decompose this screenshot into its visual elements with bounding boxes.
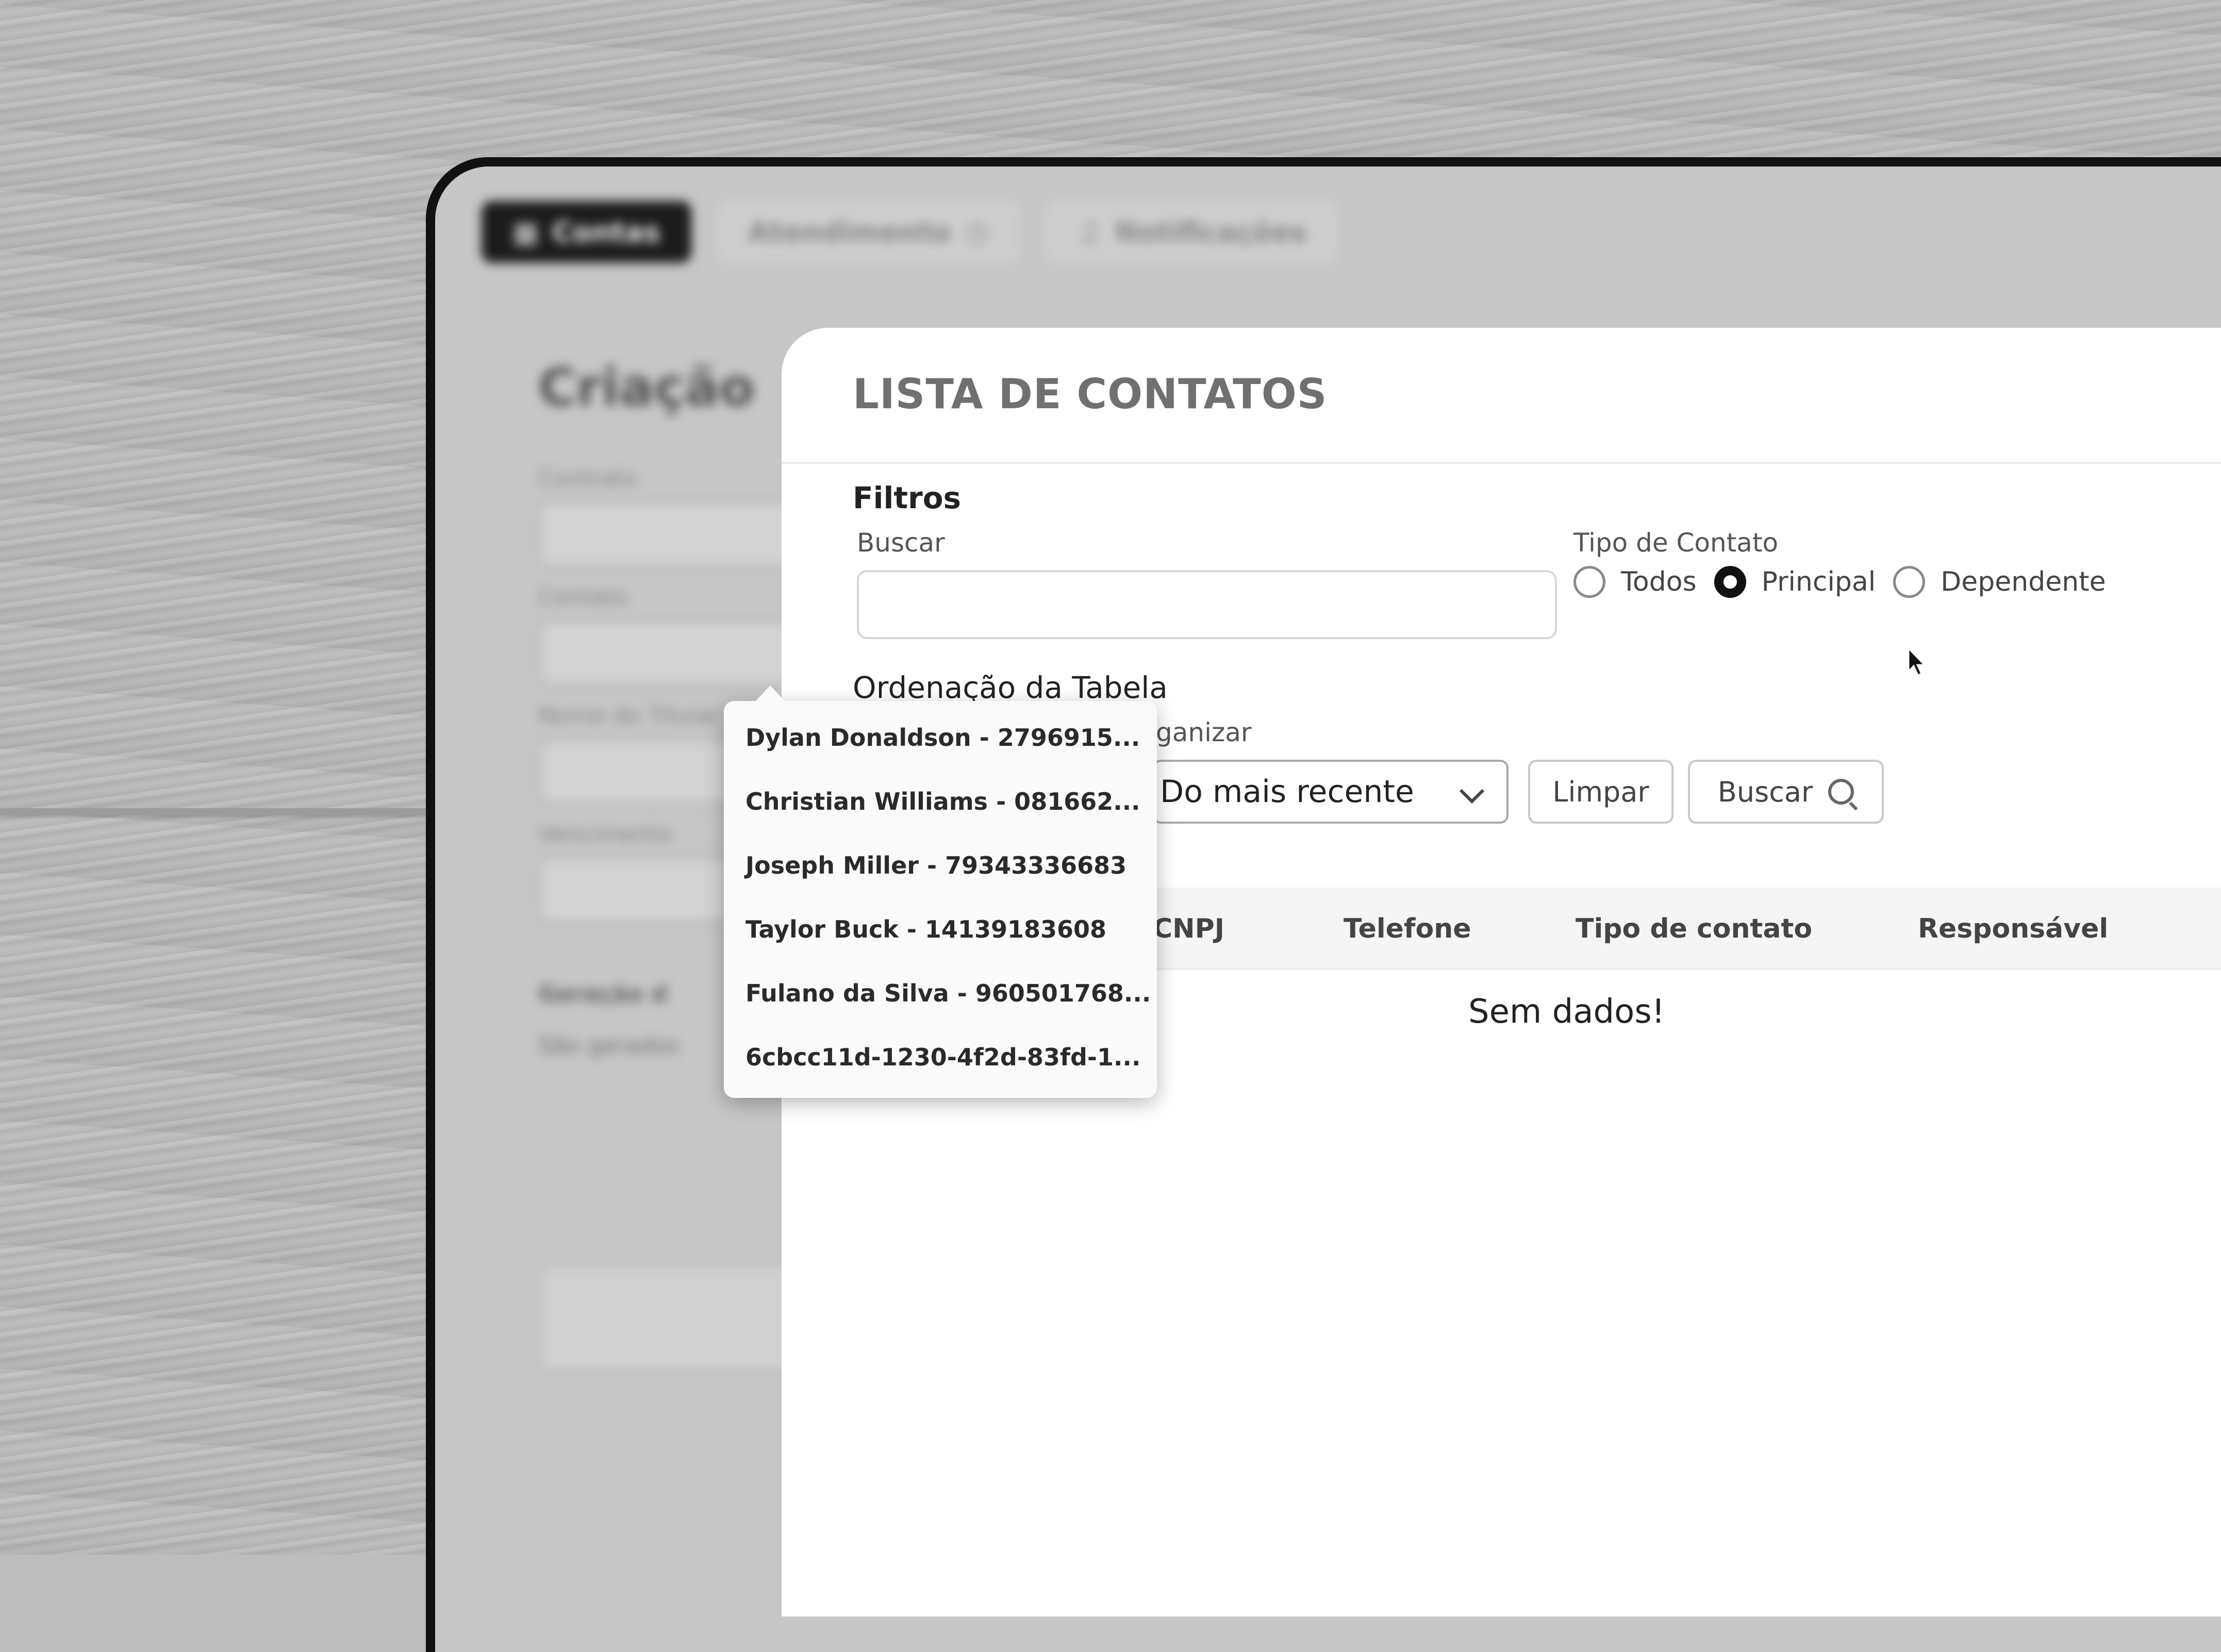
background-tabbar: ▦ Contas Atendimento ◷ ♫ Notificações: [482, 198, 1338, 265]
contact-type-radio-group: Todos Principal Dependente: [1573, 566, 2124, 598]
search-icon: [1828, 779, 1854, 805]
wood-seam: [0, 808, 464, 815]
tab-contas[interactable]: ▦ Contas: [482, 201, 691, 263]
modal-title: LISTA DE CONTATOS: [853, 370, 1328, 418]
modal-header: LISTA DE CONTATOS: [782, 328, 2221, 464]
radio-label: Todos: [1621, 566, 1697, 597]
autocomplete-option[interactable]: 6cbcc11d-1230-4f2d-83fd-1...: [745, 1043, 1140, 1071]
bell-icon: ♫: [1076, 215, 1102, 248]
column-header-cnpj[interactable]: CNPJ: [1153, 913, 1224, 944]
grid-icon: ▦: [512, 215, 539, 248]
tab-notificacoes[interactable]: ♫ Notificações: [1045, 201, 1338, 263]
clear-button[interactable]: Limpar: [1528, 760, 1673, 824]
section-description: São gerados: [538, 1032, 679, 1059]
search-input[interactable]: [857, 570, 1557, 639]
field-label: Contrato: [538, 465, 638, 492]
autocomplete-option[interactable]: Christian Williams - 081662...: [745, 788, 1140, 815]
search-label: Buscar: [857, 528, 945, 558]
radio-principal[interactable]: Principal: [1714, 566, 1876, 598]
search-button-label: Buscar: [1717, 775, 1813, 808]
tab-atendimento[interactable]: Atendimento ◷: [717, 201, 1020, 263]
tab-label: Atendimento: [748, 215, 951, 248]
filters-heading: Filtros: [853, 480, 962, 515]
radio-dependente[interactable]: Dependente: [1893, 566, 2106, 598]
radio-label: Dependente: [1941, 566, 2106, 597]
radio-label: Principal: [1761, 566, 1876, 597]
clock-icon: ◷: [964, 215, 989, 248]
tab-label: Notificações: [1115, 215, 1307, 248]
ordering-heading: Ordenação da Tabela: [853, 670, 1168, 705]
radio-checked-icon: [1714, 566, 1746, 598]
field-label: Vencimento: [538, 821, 673, 847]
autocomplete-option[interactable]: Fulano da Silva - 960501768...: [745, 979, 1151, 1007]
tab-label: Contas: [552, 215, 660, 248]
column-header-telefone[interactable]: Telefone: [1344, 913, 1471, 944]
organize-label: ganizar: [1156, 717, 1252, 747]
column-header-tipo-contato[interactable]: Tipo de contato: [1576, 913, 1812, 944]
organize-select[interactable]: Do mais recente: [1153, 760, 1509, 824]
autocomplete-dropdown: Dylan Donaldson - 2796915... Christian W…: [724, 686, 1157, 1098]
autocomplete-option[interactable]: Dylan Donaldson - 2796915...: [745, 724, 1140, 752]
radio-unchecked-icon: [1573, 566, 1605, 598]
empty-state-message: Sem dados!: [1468, 993, 1665, 1031]
radio-unchecked-icon: [1893, 566, 1926, 598]
page-title: Criação: [538, 357, 755, 418]
search-button[interactable]: Buscar: [1688, 760, 1884, 824]
contact-type-label: Tipo de Contato: [1573, 528, 1779, 558]
column-header-responsavel[interactable]: Responsável: [1918, 913, 2108, 944]
mouse-cursor-icon: [1908, 646, 1928, 678]
radio-todos[interactable]: Todos: [1573, 566, 1697, 598]
autocomplete-option[interactable]: Taylor Buck - 14139183608: [745, 915, 1106, 943]
chevron-down-icon: [1459, 778, 1485, 804]
field-label: Contato: [538, 584, 628, 610]
autocomplete-option[interactable]: Joseph Miller - 79343336683: [745, 852, 1126, 879]
section-heading: Geração d: [538, 981, 668, 1007]
select-value: Do mais recente: [1160, 774, 1414, 810]
field-label: Nome do Titular: [538, 703, 720, 729]
